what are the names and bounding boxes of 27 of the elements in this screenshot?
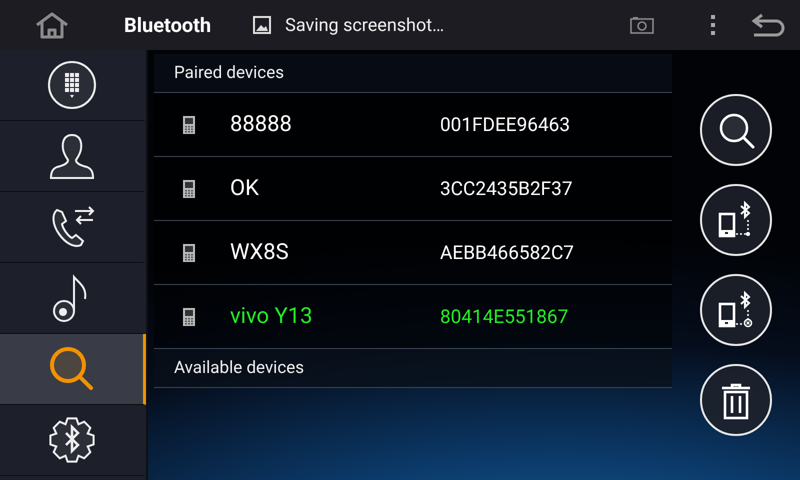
device-address: AEBB466582C7 bbox=[440, 241, 574, 264]
phone-icon bbox=[182, 306, 196, 326]
image-icon bbox=[253, 16, 272, 34]
device-row[interactable]: vivo Y13 80414E551867 bbox=[154, 285, 672, 349]
back-icon bbox=[750, 13, 786, 37]
device-address: 80414E551867 bbox=[440, 305, 568, 328]
camera-icon bbox=[630, 16, 654, 34]
notification-text: Saving screenshot… bbox=[285, 14, 444, 36]
home-icon bbox=[34, 11, 70, 39]
phone-icon bbox=[182, 242, 196, 262]
device-name: WX8S bbox=[230, 240, 290, 265]
section-header: Available devices bbox=[154, 349, 672, 388]
phone-icon bbox=[182, 178, 196, 198]
device-row[interactable]: WX8S AEBB466582C7 bbox=[154, 221, 672, 285]
device-address: 3CC2435B2F37 bbox=[440, 177, 572, 200]
device-address: 001FDEE96463 bbox=[440, 113, 570, 136]
device-name: vivo Y13 bbox=[230, 304, 314, 329]
device-row[interactable]: 88888 001FDEE96463 bbox=[154, 93, 672, 157]
device-row[interactable]: OK 3CC2435B2F37 bbox=[154, 157, 672, 221]
window-title: Bluetooth bbox=[124, 13, 212, 37]
section-header: Paired devices bbox=[154, 54, 672, 93]
bluetooth-gear-icon bbox=[46, 415, 96, 465]
dialpad-icon bbox=[46, 60, 96, 110]
device-name: 88888 bbox=[230, 112, 293, 137]
more-icon bbox=[710, 14, 716, 36]
device-name: OK bbox=[230, 176, 260, 201]
phone-icon bbox=[182, 114, 196, 134]
